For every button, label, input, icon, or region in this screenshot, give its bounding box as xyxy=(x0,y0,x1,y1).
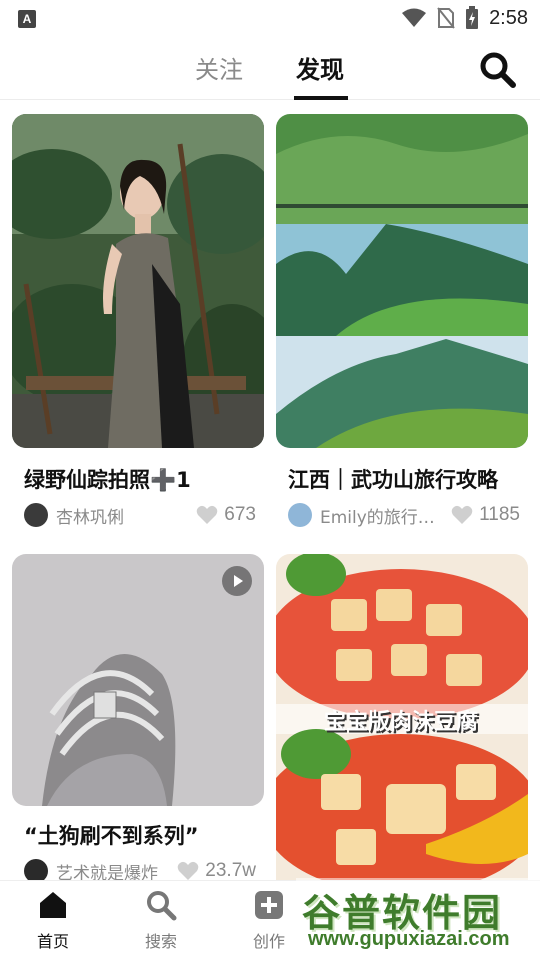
avatar[interactable] xyxy=(24,503,48,527)
card-title: 绿野仙踪拍照➕1 xyxy=(24,468,191,492)
plus-square-icon xyxy=(255,891,283,919)
nav-search[interactable]: 搜索 xyxy=(121,889,201,952)
card-meta: 艺术就是爆炸 23.7w xyxy=(24,857,256,880)
nav-home-label: 首页 xyxy=(36,932,69,951)
feed-card[interactable]: 宝宝版肉沫豆腐 xyxy=(276,554,528,880)
watermark-logo: 谷普软件园 www.gupuxiazai.com xyxy=(296,878,540,956)
tab-discover[interactable]: 发现 xyxy=(296,50,344,85)
nav-search-label: 搜索 xyxy=(144,932,177,951)
like-count: 1185 xyxy=(479,504,520,525)
image-caption: 宝宝版肉沫豆腐 xyxy=(324,710,479,735)
like-group[interactable]: 673 xyxy=(196,504,256,526)
nav-home[interactable]: 首页 xyxy=(13,889,93,952)
author-name[interactable]: Emily的旅行… xyxy=(320,503,435,528)
feed-card[interactable]: “土狗刷不到系列” 艺术就是爆炸 23.7w xyxy=(12,554,264,880)
tab-follow[interactable]: 关注 xyxy=(195,50,243,85)
feed-card[interactable]: 绿野仙踪拍照➕1 杏林巩俐 673 xyxy=(12,114,264,529)
feed-card[interactable]: 江西｜武功山旅行攻略 Emily的旅行… 1185 xyxy=(276,114,528,529)
card-image xyxy=(276,114,528,448)
video-play-icon xyxy=(222,566,252,596)
home-icon xyxy=(40,892,66,918)
like-group[interactable]: 1185 xyxy=(451,504,520,526)
author-name[interactable]: 艺术就是爆炸 xyxy=(56,859,158,881)
card-image xyxy=(12,114,264,448)
card-meta: Emily的旅行… 1185 xyxy=(288,501,520,529)
like-count: 673 xyxy=(224,504,256,525)
active-tab-indicator xyxy=(294,96,348,100)
heart-icon xyxy=(197,505,218,524)
card-image xyxy=(12,554,264,806)
like-group[interactable]: 23.7w xyxy=(177,860,256,880)
search-icon xyxy=(147,891,177,921)
top-tab-bar: 关注 发现 xyxy=(0,36,540,100)
avatar[interactable] xyxy=(288,503,312,527)
wifi-icon xyxy=(402,8,427,27)
card-meta: 杏林巩俐 673 xyxy=(24,501,256,529)
card-image: 宝宝版肉沫豆腐 xyxy=(276,554,528,880)
accessibility-icon: A xyxy=(18,10,36,28)
discover-feed: 绿野仙踪拍照➕1 杏林巩俐 673 江西｜武功山旅行攻略 Emily的旅行… 1… xyxy=(0,101,540,880)
author-name[interactable]: 杏林巩俐 xyxy=(56,503,124,528)
card-title: 江西｜武功山旅行攻略 xyxy=(288,468,498,492)
like-count: 23.7w xyxy=(205,860,256,880)
battery-charging-icon xyxy=(466,6,479,29)
watermark-url: www.gupuxiazai.com xyxy=(308,928,510,950)
card-title: “土狗刷不到系列” xyxy=(24,824,199,848)
no-sim-icon xyxy=(437,7,455,29)
clock: 2:58 xyxy=(489,6,528,29)
avatar[interactable] xyxy=(24,859,48,880)
status-bar: A 2:58 xyxy=(0,0,540,36)
heart-icon xyxy=(178,861,199,880)
status-icons: 2:58 xyxy=(401,6,528,30)
search-icon[interactable] xyxy=(478,50,518,90)
heart-icon xyxy=(451,505,473,524)
